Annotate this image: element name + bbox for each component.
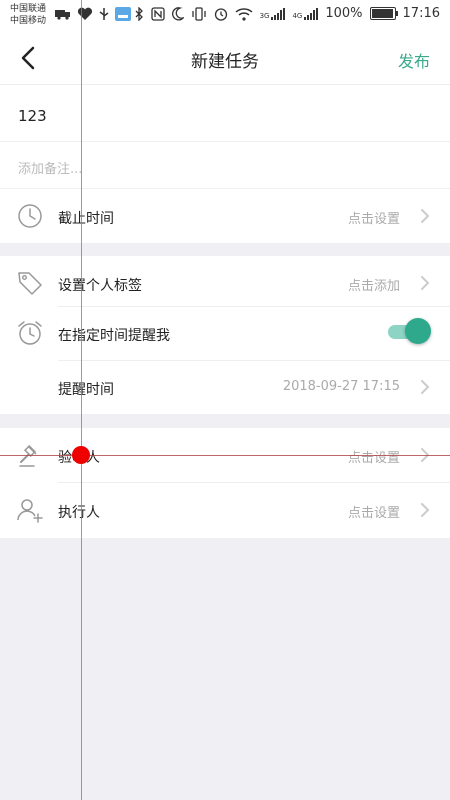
task-title-field[interactable]: 123	[0, 85, 450, 142]
publish-button[interactable]: 发布	[398, 48, 430, 72]
battery-icon	[369, 7, 398, 20]
note-placeholder: 添加备注...	[18, 162, 83, 177]
remind-time-label: 提醒时间	[58, 382, 114, 398]
signal-icon	[304, 7, 319, 20]
deadline-value: 点击设置	[347, 212, 400, 227]
deadline-section: 截止时间 点击设置	[0, 189, 450, 243]
crosshair-horizontal	[0, 455, 450, 456]
notification-icons	[55, 7, 131, 21]
tags-label: 设置个人标签	[58, 278, 142, 294]
signal-3g: 3G	[259, 7, 286, 20]
deadline-row[interactable]: 截止时间 点击设置	[0, 189, 450, 243]
carrier-1: 中国联通	[10, 4, 47, 14]
reminder-row: 在指定时间提醒我	[0, 306, 450, 360]
executor-label: 执行人	[58, 505, 100, 521]
truck-icon	[55, 10, 70, 20]
heart-icon	[77, 7, 93, 20]
tag-icon	[18, 272, 42, 295]
signal-icon	[271, 7, 286, 20]
clock: 17:16	[402, 6, 440, 21]
carrier-info: 中国联通 中国移动	[10, 3, 46, 27]
battery-level	[371, 9, 393, 18]
system-status: 3G 4G 100% 17:16	[134, 6, 440, 21]
verifier-value: 点击设置	[347, 451, 400, 466]
status-bar: 中国联通 中国移动 3G 4G 100% 17:16	[0, 0, 450, 32]
tags-value: 点击添加	[347, 279, 400, 294]
chevron-right-icon	[421, 380, 429, 394]
task-title-value: 123	[18, 107, 47, 125]
executor-value: 点击设置	[347, 506, 400, 521]
settings-group: 设置个人标签 点击添加 在指定时间提醒我 提醒时间 2018-09-27 17:…	[0, 256, 450, 414]
add-person-icon	[17, 499, 43, 523]
reminder-label: 在指定时间提醒我	[58, 328, 170, 344]
app-notification-icon	[115, 7, 131, 21]
nfc-icon	[150, 6, 165, 21]
wifi-icon	[235, 7, 253, 21]
page-title: 新建任务	[191, 52, 259, 72]
tags-row[interactable]: 设置个人标签 点击添加	[0, 256, 450, 310]
alarm-clock-icon	[18, 321, 42, 345]
nav-header: 新建任务 发布	[0, 32, 450, 85]
deadline-label: 截止时间	[58, 211, 114, 227]
tap-marker	[72, 446, 90, 464]
moon-icon	[171, 6, 184, 20]
clock-icon	[18, 204, 42, 228]
chevron-right-icon	[421, 209, 429, 223]
people-group: 验收人 点击设置 执行人 点击设置	[0, 428, 450, 538]
remind-time-row[interactable]: 提醒时间 2018-09-27 17:15	[0, 360, 450, 414]
chevron-right-icon	[421, 276, 429, 290]
carrier-2: 中国移动	[10, 16, 47, 26]
battery-percent: 100%	[325, 6, 363, 21]
toggle-knob	[405, 318, 431, 344]
alarm-icon	[214, 7, 227, 21]
signal-4g: 4G	[292, 7, 319, 20]
usb-icon	[99, 8, 109, 20]
remind-time-value: 2018-09-27 17:15	[282, 379, 400, 394]
chevron-right-icon	[421, 503, 429, 517]
crosshair-vertical	[81, 0, 82, 800]
signal-4g-label: 4G	[292, 11, 303, 20]
reminder-toggle[interactable]	[388, 318, 431, 344]
executor-row[interactable]: 执行人 点击设置	[0, 483, 450, 537]
note-field[interactable]: 添加备注...	[0, 142, 450, 189]
signal-3g-label: 3G	[259, 11, 270, 20]
bluetooth-icon	[135, 6, 143, 21]
vibrate-icon	[191, 6, 206, 21]
